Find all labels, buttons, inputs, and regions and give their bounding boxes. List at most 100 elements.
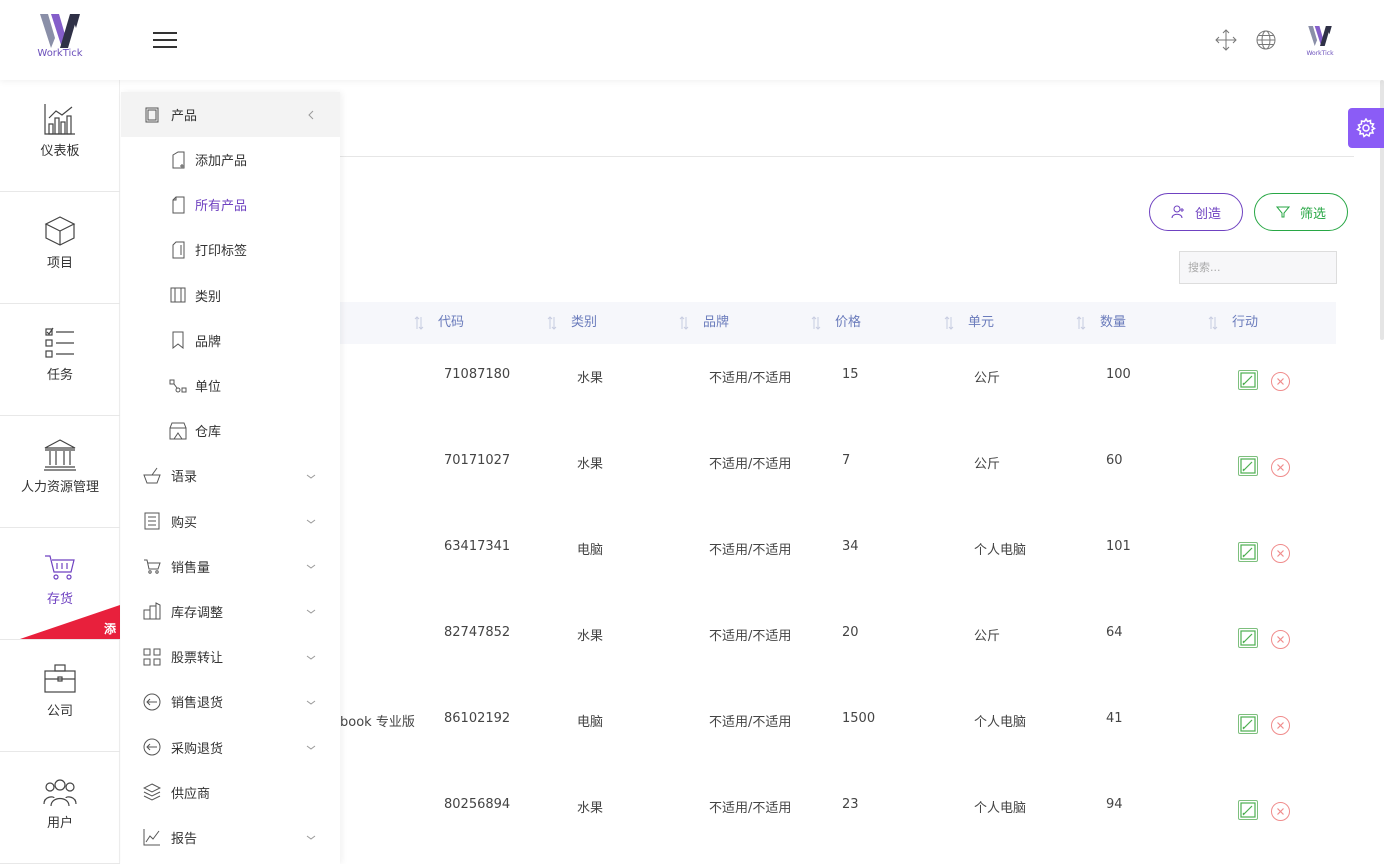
cell-price: 20	[842, 625, 859, 640]
submenu-suppliers[interactable]: 供应商	[121, 770, 340, 815]
units-icon	[169, 379, 187, 393]
submenu-stock-transfer[interactable]: 股票转让	[121, 634, 340, 679]
delete-button[interactable]	[1271, 372, 1290, 391]
cell-code: 71087180	[444, 367, 511, 382]
search-input[interactable]	[1179, 251, 1337, 284]
cell-unit: 公斤	[974, 457, 1001, 472]
submenu-label: 产品	[171, 109, 198, 124]
rail-label: 人力资源管理	[20, 480, 99, 495]
sort-icon[interactable]	[811, 316, 821, 330]
submenu-brands[interactable]: 品牌	[121, 318, 340, 363]
delete-button[interactable]	[1271, 630, 1290, 649]
globe-icon[interactable]	[1255, 29, 1277, 51]
edit-button[interactable]	[1238, 714, 1258, 734]
cell-code: 82747852	[444, 625, 511, 640]
column-header-brand[interactable]: 品牌	[703, 302, 729, 344]
close-icon	[1277, 464, 1284, 471]
sort-icon[interactable]	[1076, 316, 1086, 330]
edit-button[interactable]	[1238, 800, 1258, 820]
cell-category: 水果	[577, 801, 604, 816]
cell-price: 23	[842, 797, 859, 812]
submenu-sales-return[interactable]: 销售退货	[121, 679, 340, 724]
cell-category: 水果	[577, 457, 604, 472]
filter-button[interactable]: 筛选	[1254, 193, 1348, 231]
box-icon	[44, 216, 76, 246]
brand-logo[interactable]: WorkTick	[30, 14, 90, 68]
rail-label: 用户	[46, 816, 73, 831]
cell-brand: 不适用/不适用	[709, 543, 792, 558]
submenu-label: 类别	[195, 289, 222, 305]
column-header-category[interactable]: 类别	[571, 302, 597, 344]
sort-icon[interactable]	[679, 316, 689, 330]
edit-icon	[1240, 544, 1256, 560]
submenu-add-product[interactable]: 添加产品	[121, 137, 340, 182]
column-header-code[interactable]: 代码	[438, 302, 464, 344]
cell-category: 电脑	[577, 715, 604, 730]
cell-brand: 不适用/不适用	[709, 715, 792, 730]
edit-button[interactable]	[1238, 456, 1258, 476]
edit-button[interactable]	[1238, 628, 1258, 648]
delete-button[interactable]	[1271, 802, 1290, 821]
submenu-units[interactable]: 单位	[121, 363, 340, 408]
rail-item-tasks[interactable]: 任务	[0, 304, 120, 416]
stock-icon	[143, 602, 161, 620]
user-avatar[interactable]: WorkTick	[1304, 26, 1336, 57]
column-header-price[interactable]: 价格	[835, 302, 861, 344]
submenu-label: 单位	[195, 380, 222, 396]
submenu-print-labels[interactable]: 打印标签	[121, 227, 340, 272]
table-row: 63417341 电脑 不适用/不适用 34 个人电脑 101	[340, 522, 1336, 608]
cell-price: 15	[842, 367, 859, 382]
cell-quantity: 101	[1106, 539, 1131, 554]
sort-icon[interactable]	[944, 316, 954, 330]
close-icon	[1277, 636, 1284, 643]
hamburger-line	[153, 39, 177, 41]
cell-price: 1500	[842, 711, 876, 726]
cell-category: 电脑	[577, 543, 604, 558]
rail-item-dashboard[interactable]: 仪表板	[0, 80, 120, 192]
sort-icon[interactable]	[547, 316, 557, 330]
column-header-unit[interactable]: 单元	[968, 302, 994, 344]
submenu-purchase-return[interactable]: 采购退货	[121, 724, 340, 769]
submenu-categories[interactable]: 类别	[121, 273, 340, 318]
column-header-quantity[interactable]: 数量	[1100, 302, 1126, 344]
rail-item-hrm[interactable]: 人力资源管理	[0, 416, 120, 528]
report-chart-icon	[143, 829, 160, 846]
delete-button[interactable]	[1271, 458, 1290, 477]
return-icon	[143, 693, 161, 711]
briefcase-icon	[44, 664, 76, 693]
delete-button[interactable]	[1271, 716, 1290, 735]
rail-item-inventory[interactable]: 存货 添	[0, 528, 120, 640]
table-header: 代码 类别 品牌 价格 单元 数量 行动	[340, 302, 1336, 344]
cell-brand: 不适用/不适用	[709, 371, 792, 386]
cell-quantity: 60	[1106, 453, 1123, 468]
column-header-action: 行动	[1232, 315, 1259, 330]
submenu-sales[interactable]: 销售量	[121, 544, 340, 589]
submenu-quotations[interactable]: 语录	[121, 453, 340, 498]
table-row: 71087180 水果 不适用/不适用 15 公斤 100	[340, 350, 1336, 436]
basket-icon	[143, 467, 161, 484]
submenu-all-products[interactable]: 所有产品	[121, 182, 340, 227]
edit-button[interactable]	[1238, 542, 1258, 562]
cart-icon	[45, 555, 75, 580]
edit-icon	[1240, 716, 1256, 732]
fullscreen-icon[interactable]	[1215, 29, 1237, 51]
sort-icon[interactable]	[414, 316, 424, 330]
edit-button[interactable]	[1238, 370, 1258, 390]
rail-item-company[interactable]: 公司	[0, 640, 120, 752]
submenu-label: 报告	[171, 831, 198, 847]
close-icon	[1277, 722, 1284, 729]
submenu-reports[interactable]: 报告	[121, 815, 340, 860]
rail-item-projects[interactable]: 项目	[0, 192, 120, 304]
sort-icon[interactable]	[1208, 316, 1218, 330]
create-button[interactable]: 创造	[1149, 193, 1243, 231]
cell-quantity: 41	[1106, 711, 1123, 726]
rail-item-users[interactable]: 用户	[0, 752, 120, 864]
settings-button[interactable]	[1348, 108, 1384, 148]
submenu-purchases[interactable]: 购买	[121, 499, 340, 544]
delete-button[interactable]	[1271, 544, 1290, 563]
submenu-warehouse[interactable]: 仓库	[121, 408, 340, 453]
submenu-products[interactable]: 产品	[121, 92, 340, 137]
menu-toggle-button[interactable]	[153, 32, 177, 48]
worktick-logo-icon	[40, 14, 80, 48]
submenu-stock-adjustment[interactable]: 库存调整	[121, 589, 340, 634]
